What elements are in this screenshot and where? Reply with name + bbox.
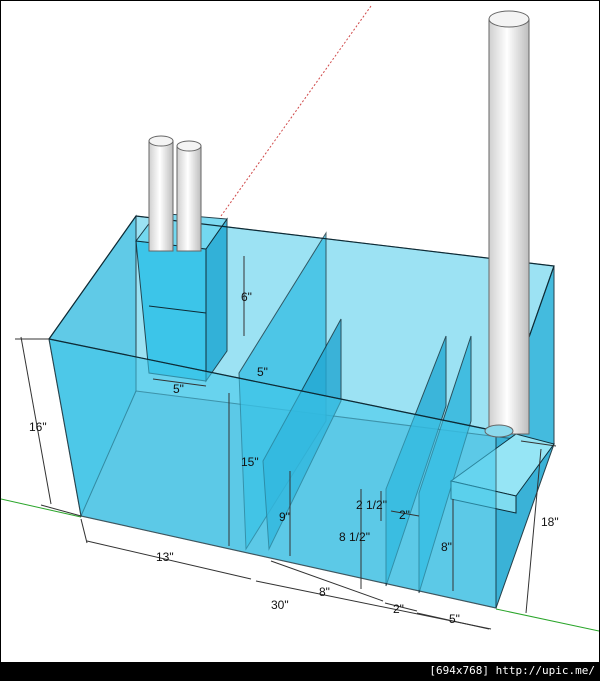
dim-gap-2: 2"	[393, 602, 404, 616]
dim-right-5: 5"	[449, 612, 460, 626]
drain-pipe-left	[148, 135, 174, 252]
dim-right-baffle-8: 8"	[441, 540, 452, 554]
dim-inner-gap-2: 2"	[399, 508, 410, 522]
dim-overflow-6: 6"	[241, 290, 252, 304]
dim-overflow-5: 5"	[173, 382, 184, 396]
sump-tank-3d-drawing: 16" 13" 30" 8" 2" 5" 15" 9" 8 1/2" 8" 2 …	[1, 5, 599, 632]
dim-slot-5: 5"	[257, 365, 268, 379]
image-source-footer: [694x768] http://upic.me/	[1, 662, 599, 680]
dim-height-16: 16"	[29, 420, 47, 434]
ground-axis-line-right	[495, 608, 599, 632]
dim-baffle-9: 9"	[279, 510, 290, 524]
sump-diagram-canvas: 16" 13" 30" 8" 2" 5" 15" 9" 8 1/2" 8" 2 …	[0, 0, 600, 681]
dim-left-13: 13"	[156, 550, 174, 564]
dim-overall-30: 30"	[271, 598, 289, 612]
ground-axis-line	[1, 498, 82, 518]
drain-pipe-right	[176, 140, 202, 252]
dim-height-18: 18"	[541, 515, 559, 529]
red-axis-line	[220, 5, 372, 217]
dim-middle-8: 8"	[319, 585, 330, 599]
dim-baffle-15: 15"	[241, 455, 259, 469]
dim-baffle-8-1-2: 8 1/2"	[339, 530, 370, 544]
return-pipe	[484, 10, 530, 438]
dim-top-gap-2-1-2: 2 1/2"	[356, 498, 387, 512]
